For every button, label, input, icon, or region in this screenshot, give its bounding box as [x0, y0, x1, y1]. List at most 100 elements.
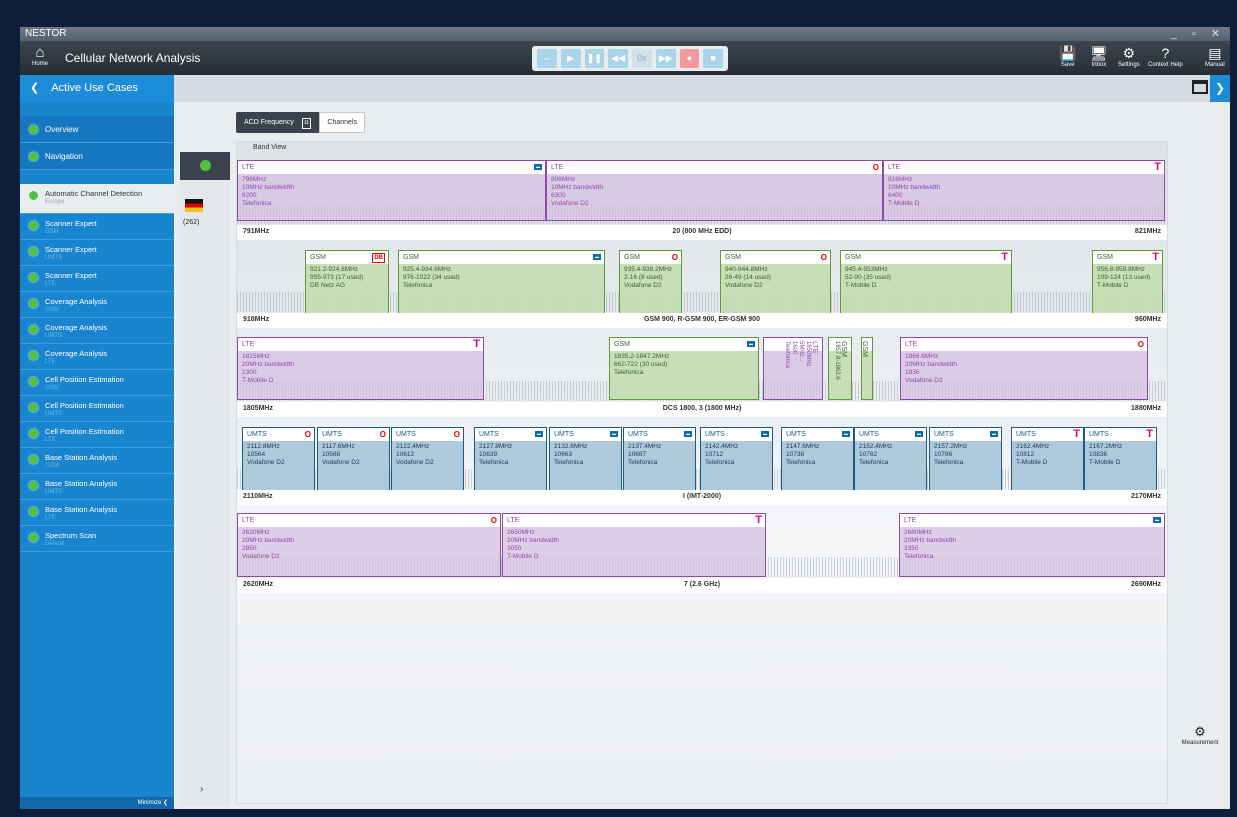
channel-block-umts[interactable]: UMTS 2167.2MHz 10836 T-Mobile D T — [1084, 427, 1157, 491]
block-info-line: 976-1022 (34 used) — [403, 274, 460, 281]
db-netz-logo: DB — [372, 253, 385, 263]
sidebar-item-base-station-analysis[interactable]: Base Station Analysis UMTS — [20, 474, 174, 500]
record-button[interactable]: ● — [679, 49, 700, 68]
inbox-button[interactable]: 🖥 Inbox — [1090, 45, 1108, 68]
channel-block-umts[interactable]: UMTS 2122.4MHz 10612 Vodafone D2 O — [391, 427, 464, 491]
channel-block-lte[interactable]: LTE 1850MHz 5MHz... 1600 Telefonica — [763, 337, 823, 400]
rewind-button[interactable]: ◀◀ — [608, 49, 628, 68]
channel-block-lte[interactable]: LTE 796MHz 10MHz bandwidth 6200 Telefonica ▬ — [237, 160, 546, 221]
channel-block-umts[interactable]: UMTS 2162.4MHz 10812 T-Mobile D T — [1011, 427, 1084, 491]
loop-button[interactable]: ⇔ — [537, 49, 557, 68]
channel-block-gsm[interactable]: GSM 956.8-959.8MHz 109-124 (13 used) T-Mobi… — [1092, 250, 1163, 314]
sidebar-item-scanner-expert[interactable]: Scanner Expert UMTS — [20, 240, 174, 266]
country-status[interactable] — [180, 152, 230, 180]
play-button[interactable]: ▶ — [560, 49, 581, 68]
channel-block-umts[interactable]: UMTS 2117.6MHz 10588 Vodafone D2 O — [317, 427, 390, 491]
channel-block-umts[interactable]: UMTS 2127.8MHz 10639 Telefonica ▬ — [474, 427, 547, 491]
window-controls[interactable]: _ ▫ ✕ — [1171, 27, 1226, 41]
block-info-line: 20MHz bandwidth — [242, 537, 295, 544]
measurement-button[interactable]: ⚙ Measurement — [1174, 724, 1226, 746]
context-help-button[interactable]: ? Context Help — [1148, 45, 1183, 68]
sidebar-item-sub: Default — [45, 541, 65, 547]
channel-block-lte[interactable]: LTE 2650MHz 20MHz bandwidth 3050 T-Mobile D T — [502, 513, 766, 577]
band-scale: 918MHz GSM 900, R-GSM 900, ER-GSM 900 960M… — [237, 313, 1167, 328]
sidebar-item-scanner-expert[interactable]: Scanner Expert LTE — [20, 266, 174, 292]
channel-block-lte[interactable]: LTE 2680MHz 20MHz bandwidth 3350 Telefonica ▬ — [899, 513, 1165, 577]
channel-block-gsm[interactable]: GSM 945.4-953MHz 52-90 (35 used) T-Mobile D… — [840, 250, 1012, 314]
sidebar-item-base-station-analysis[interactable]: Base Station Analysis GSM — [20, 448, 174, 474]
band-name: I (IMT-2000) — [682, 493, 722, 500]
chevron-right-icon[interactable]: ❯ — [1210, 75, 1230, 102]
channel-block-gsm[interactable]: GSM 1857.8-1862.6 — [828, 337, 852, 400]
block-info-line: 1815MHz — [242, 353, 270, 360]
channel-block-umts[interactable]: UMTS 2152.4MHz 10762 Telefonica ▬ — [854, 427, 927, 491]
channel-block-lte[interactable]: LTE 806MHz 10MHz bandwidth 6300 Vodafone D2 O — [546, 160, 883, 221]
gear-icon: ⚙ — [1122, 45, 1136, 61]
vodafone-logo: O — [820, 253, 827, 262]
status-dot — [29, 507, 38, 516]
channel-block-gsm[interactable]: GSM — [861, 337, 873, 400]
channel-block-gsm[interactable]: GSM 935.4-938.2MHz 2-16 (8 used) Vodafone D… — [619, 250, 682, 314]
block-info-line: 2122.4MHz — [396, 443, 430, 450]
status-dot — [29, 403, 38, 412]
telekom-logo: T — [1146, 428, 1153, 440]
minimize-button[interactable]: Minimize ❮ — [20, 797, 174, 809]
channel-block-umts[interactable]: UMTS 2142.4MHz 10712 Telefonica ▬ — [700, 427, 773, 491]
settings-button[interactable]: ⚙ Settings — [1118, 45, 1140, 68]
channel-block-lte[interactable]: LTE 816MHz 10MHz bandwidth 6400 T-Mobile D T — [883, 160, 1165, 221]
active-use-cases-header[interactable]: ❮ Active Use Cases — [20, 75, 174, 102]
status-dot — [29, 299, 38, 308]
sidebar-item-scanner-expert[interactable]: Scanner Expert GSM — [20, 214, 174, 240]
sidebar-item-coverage-analysis[interactable]: Coverage Analysis GSM — [20, 292, 174, 318]
sidebar-item-base-station-analysis[interactable]: Base Station Analysis LTE — [20, 500, 174, 526]
camera-icon[interactable]: ◘ — [301, 118, 312, 129]
channel-block-umts[interactable]: UMTS 2132.6MHz 10663 Telefonica ▬ — [549, 427, 622, 491]
save-button[interactable]: 💾 Save — [1059, 45, 1076, 68]
channel-block-gsm[interactable]: GSM 940-944.8MHz 26-49 (14 used) Vodafone D… — [720, 250, 831, 314]
tab-acd-frequency[interactable]: ACD Frequency ◘ — [236, 112, 320, 133]
channel-block-gsm[interactable]: GSM 1835.2-1847.2MHz 662-722 (30 used) Tele… — [609, 337, 759, 400]
manual-button[interactable]: ▤ Manual — [1205, 45, 1225, 68]
channel-block-gsm[interactable]: GSM 925.4-934.6MHz 976-1022 (34 used) Telef… — [398, 250, 605, 314]
view-tabs: ACD Frequency ◘ Channels — [236, 112, 365, 133]
technology-label: UMTS — [786, 431, 806, 438]
measurement-label: Measurement — [1181, 740, 1219, 746]
channel-block-lte[interactable]: LTE 1868.6MHz 20MHz bandwidth 1836 Vodafone … — [900, 337, 1148, 400]
block-info-line: Telefonica — [859, 459, 889, 466]
sidebar-item-sub: LTE — [45, 515, 56, 521]
sidebar-item-coverage-analysis[interactable]: Coverage Analysis LTE — [20, 344, 174, 370]
minimize-label: Minimize — [137, 800, 162, 806]
tab-channels[interactable]: Channels — [319, 112, 365, 133]
sidebar-item-spectrum-scan[interactable]: Spectrum Scan Default — [20, 526, 174, 552]
sidebar-item-sub: UMTS — [45, 411, 62, 417]
technology-label: LTE — [905, 341, 918, 348]
channel-block-umts[interactable]: UMTS 2112.8MHz 10564 Vodafone D2 O — [242, 427, 315, 491]
sidebar-item-cell-position-estimation[interactable]: Cell Position Estimation LTE — [20, 422, 174, 448]
block-info-line: 945.4-953MHz — [845, 266, 888, 273]
channel-block-gsm[interactable]: GSM 921.2-924.8MHz 955-973 (17 used) DB Net… — [305, 250, 389, 314]
channel-block-umts[interactable]: UMTS 2147.6MHz 10738 Telefonica ▬ — [781, 427, 854, 491]
germany-flag-icon[interactable] — [185, 199, 203, 212]
fast-forward-button[interactable]: ▶▶ — [655, 49, 676, 68]
technology-label: LTE — [888, 164, 901, 171]
sidebar-item-automatic-channel-detection[interactable]: Automatic Channel Detection Europe — [20, 184, 174, 214]
sidebar-item-navigation[interactable]: Navigation — [20, 143, 174, 170]
channel-block-lte[interactable]: LTE 1815MHz 20MHz bandwidth 1300 T-Mobile D T — [237, 337, 484, 400]
channel-block-umts[interactable]: UMTS 2157.2MHz 10786 Telefonica ▬ — [929, 427, 1002, 491]
sidebar-item-cell-position-estimation[interactable]: Cell Position Estimation GSM — [20, 370, 174, 396]
block-info-line: 26-49 (14 used) — [725, 274, 771, 281]
block-info-line: 2850 — [242, 545, 257, 552]
block-info-line: 20MHz bandwidth — [904, 537, 957, 544]
country-column: (262) › — [180, 152, 230, 806]
pause-button[interactable]: ❚❚ — [584, 49, 605, 68]
window-layout-icon[interactable] — [1192, 80, 1208, 94]
home-button[interactable]: ⌂ Home — [26, 45, 54, 68]
technology-label: GSM — [845, 254, 861, 261]
sidebar-item-overview[interactable]: Overview — [20, 116, 174, 143]
sidebar-item-coverage-analysis[interactable]: Coverage Analysis UMTS — [20, 318, 174, 344]
expand-chevron[interactable]: › — [200, 784, 203, 795]
stop-button[interactable]: ■ — [703, 49, 723, 68]
channel-block-lte[interactable]: LTE 2630MHz 20MHz bandwidth 2850 Vodafone D2… — [237, 513, 501, 577]
sidebar-item-cell-position-estimation[interactable]: Cell Position Estimation UMTS — [20, 396, 174, 422]
channel-block-umts[interactable]: UMTS 2137.4MHz 10687 Telefonica ▬ — [623, 427, 696, 491]
